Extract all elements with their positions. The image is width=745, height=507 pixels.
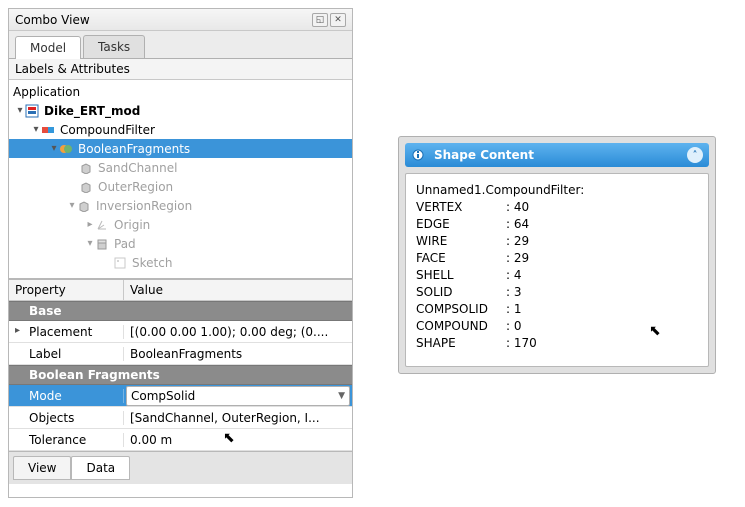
tree-booleanfragments[interactable]: ▾ BooleanFragments [9,139,352,158]
expander-icon[interactable]: ▾ [31,124,41,135]
part-cube-icon [79,161,93,175]
shape-content-panel: Shape Content ˄ Unnamed1.CompoundFilter:… [398,136,716,374]
tree-sketch[interactable]: Sketch [9,253,352,272]
document-icon [25,104,39,118]
tab-view[interactable]: View [13,456,71,480]
property-group-base: Base [9,301,352,321]
tab-data[interactable]: Data [71,456,130,480]
tree-origin[interactable]: ▸ Origin [9,215,352,234]
bottom-tabbar: View Data [9,451,352,484]
chevron-down-icon: ▼ [338,391,345,401]
combo-view-panel: Combo View ◱ ✕ Model Tasks Labels & Attr… [8,8,353,498]
close-button[interactable]: ✕ [330,13,346,27]
shape-info-icon [411,148,425,162]
part-cube-icon [79,180,93,194]
labels-attributes-header: Labels & Attributes [9,59,352,80]
shape-content-titlebar: Shape Content ˄ [405,143,709,167]
property-group-boolean-fragments: Boolean Fragments [9,365,352,385]
pad-icon [95,237,109,251]
collapse-button[interactable]: ˄ [687,147,703,163]
property-row-placement[interactable]: Placement [(0.00 0.00 1.00); 0.00 deg; (… [9,321,352,343]
mode-dropdown[interactable]: CompSolid ▼ [126,386,350,406]
property-row-objects[interactable]: Objects [SandChannel, OuterRegion, I... [9,407,352,429]
tree-pad[interactable]: ▾ Pad [9,234,352,253]
sketch-icon [113,256,127,270]
property-row-label[interactable]: Label BooleanFragments [9,343,352,365]
compound-filter-icon [41,123,55,137]
combo-titlebar: Combo View ◱ ✕ [9,9,352,31]
tree-app[interactable]: Application [9,82,352,101]
part-cube-icon [77,199,91,213]
expander-icon[interactable]: ▾ [85,238,95,249]
top-tabbar: Model Tasks [9,31,352,58]
property-row-mode[interactable]: Mode CompSolid ▼ [9,385,352,407]
expander-icon[interactable]: ▸ [85,219,95,230]
origin-icon [95,218,109,232]
model-tree[interactable]: Application ▾ Dike_ERT_mod ▾ Com [9,80,352,279]
tree-compoundfilter[interactable]: ▾ CompoundFilter [9,120,352,139]
undock-button[interactable]: ◱ [312,13,328,27]
shape-content-body: Unnamed1.CompoundFilter:VERTEX: 40EDGE: … [405,173,709,367]
expander-icon[interactable]: ▾ [49,143,59,154]
property-grid-header: Property Value [9,280,352,301]
expander-icon[interactable]: ▾ [15,105,25,116]
shape-content-object-line: Unnamed1.CompoundFilter: [416,182,698,199]
property-grid: Property Value Base Placement [(0.00 0.0… [9,279,352,451]
chevron-up-icon: ˄ [693,150,698,161]
tree-inversionregion[interactable]: ▾ InversionRegion [9,196,352,215]
expander-icon[interactable]: ▾ [67,200,77,211]
tab-tasks[interactable]: Tasks [83,35,145,58]
tab-model[interactable]: Model [15,36,81,59]
boolean-fragments-icon [59,142,73,156]
tree-outerregion[interactable]: OuterRegion [9,177,352,196]
tree-document[interactable]: ▾ Dike_ERT_mod [9,101,352,120]
property-row-tolerance[interactable]: Tolerance 0.00 m [9,429,352,451]
tree-sandchannel[interactable]: SandChannel [9,158,352,177]
combo-title: Combo View [15,9,90,31]
